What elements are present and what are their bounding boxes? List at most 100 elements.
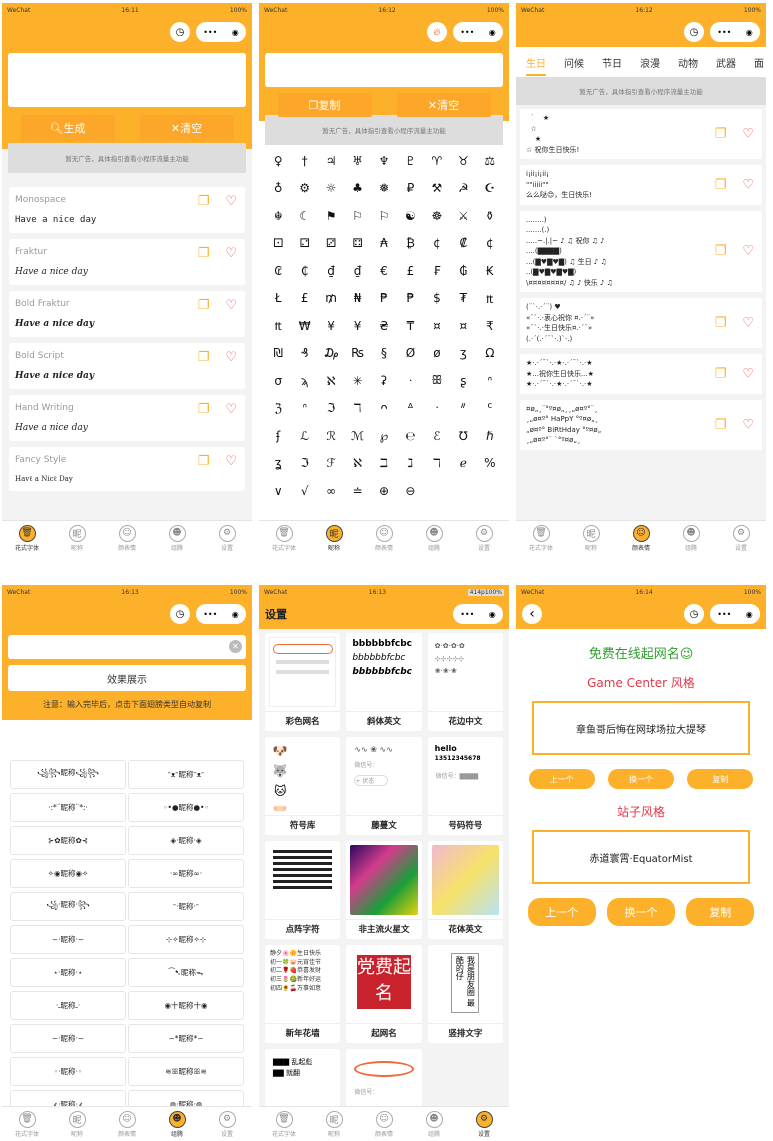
gamecenter-name-box[interactable]: 章鱼哥后悔在网球场拉大提琴 bbox=[532, 701, 750, 755]
symbol-cell[interactable]: ☪ bbox=[477, 175, 503, 203]
symbol-cell[interactable]: ⚀ bbox=[265, 230, 291, 258]
symbol-cell[interactable]: § bbox=[371, 340, 397, 368]
tab-nickname[interactable]: 昵昵称 bbox=[52, 521, 102, 555]
settings-item[interactable]: 静夕🌸🌼生日快乐 初一🍀🐷元宵佳节 初二🌹🍓恭喜发财 初三🌷🥝新年好运 初四🌻🍒万事如意… bbox=[265, 945, 341, 1043]
blessing-card[interactable]: (¨`·.·´¨) ♥ «¨`·.·衷心祝你 ¤.·´¨» «¨`·.·生日快乐… bbox=[520, 298, 762, 348]
symbol-cell[interactable]: ☾ bbox=[291, 202, 317, 230]
settings-item[interactable]: 彩色网名 bbox=[265, 633, 341, 731]
symbol-cell[interactable]: ⚐ bbox=[344, 202, 370, 230]
nickname-item[interactable]: ◦•●昵称●•◦ bbox=[128, 793, 244, 822]
symbol-cell[interactable]: ℧ bbox=[450, 422, 476, 450]
mini-program-capsule[interactable]: ••• ◉ bbox=[710, 604, 760, 624]
symbol-cell[interactable]: ℏ bbox=[477, 422, 503, 450]
category-tab[interactable]: 生日 bbox=[526, 55, 546, 76]
heart-icon[interactable]: ♡ bbox=[225, 246, 237, 261]
symbol-cell[interactable]: ₦ bbox=[344, 285, 370, 313]
clear-button[interactable]: ✕ 清空 bbox=[396, 93, 491, 117]
symbol-cell[interactable]: ℛ bbox=[318, 422, 344, 450]
blessing-card[interactable]: ˙ ★ ☆ ★ ☆ 祝你生日快乐! ❐ ♡ bbox=[520, 109, 762, 159]
copy-icon[interactable]: ❐ bbox=[715, 415, 727, 435]
symbol-cell[interactable]: ⚖ bbox=[477, 147, 503, 175]
next-button-small[interactable]: 换一个 bbox=[607, 769, 674, 789]
category-tab[interactable]: 武器 bbox=[716, 55, 736, 70]
nickname-item[interactable]: ◉十昵称十◉ bbox=[128, 991, 244, 1020]
symbol-cell[interactable]: ℒ bbox=[291, 422, 317, 450]
symbol-cell[interactable]: ⚁ bbox=[291, 230, 317, 258]
tab-gear[interactable]: ⚙ 设置 bbox=[202, 1107, 252, 1141]
mini-program-capsule[interactable]: ••• ◉ bbox=[453, 22, 503, 42]
nickname-item[interactable]: ⊱✿昵称✿⊰ bbox=[10, 826, 126, 855]
more-icon[interactable]: ••• bbox=[717, 610, 731, 619]
symbol-cell[interactable]: ¤ bbox=[450, 312, 476, 340]
symbol-cell[interactable]: ℵ bbox=[318, 367, 344, 395]
close-target-icon[interactable]: ◉ bbox=[232, 610, 239, 619]
symbol-cell[interactable]: ℑ bbox=[318, 395, 344, 423]
symbol-cell[interactable]: † bbox=[291, 147, 317, 175]
symbol-cell[interactable]: ₶ bbox=[265, 312, 291, 340]
settings-item[interactable]: hello 13512345678 微信号：▇▇▇▇ 号码符号 bbox=[427, 737, 503, 835]
symbol-cell[interactable]: ♁ bbox=[265, 175, 291, 203]
font-card[interactable]: Fancy Style Havℓ a Nicℓ Day ❐ ♡ bbox=[9, 447, 245, 491]
symbol-cell[interactable]: ℨ bbox=[265, 395, 291, 423]
symbol-cell[interactable]: ⊖ bbox=[397, 477, 423, 505]
symbol-cell[interactable]: ᐢ bbox=[477, 367, 503, 395]
tab-smile[interactable]: ☺ 颜表情 bbox=[102, 1107, 152, 1141]
copy-button[interactable]: ❐ 复制 bbox=[277, 93, 372, 117]
symbol-cell[interactable]: ¢ bbox=[424, 230, 450, 258]
symbol-cell[interactable]: ₮ bbox=[450, 285, 476, 313]
symbol-cell[interactable]: ♇ bbox=[397, 147, 423, 175]
copy-icon[interactable]: ❐ bbox=[198, 246, 210, 261]
nickname-item[interactable]: ∼·昵称·∼ bbox=[10, 1024, 126, 1053]
mini-program-capsule[interactable]: ••• ◉ bbox=[196, 604, 246, 624]
symbol-cell[interactable]: ⚒ bbox=[424, 175, 450, 203]
tab-tongue[interactable]: ☻ 组腾 bbox=[152, 1107, 202, 1141]
nickname-item[interactable]: ꧁·昵称·꧂ bbox=[10, 892, 126, 921]
symbol-cell[interactable]: ¥ bbox=[344, 312, 370, 340]
blessing-card[interactable]: ........) .......(.) .....~.|.|~ ♪ ♫ 祝你 … bbox=[520, 210, 762, 292]
station-name-box[interactable]: 赤道寰霄·EquatorMist bbox=[532, 830, 750, 884]
settings-item[interactable]: 点阵字符 bbox=[265, 841, 341, 939]
category-tab[interactable]: 动物 bbox=[678, 55, 698, 70]
next-button[interactable]: 换一个 bbox=[606, 898, 675, 926]
symbol-cell[interactable]: ₨ bbox=[344, 340, 370, 368]
tab-nickname[interactable]: 昵昵称 bbox=[309, 521, 359, 555]
copy-icon[interactable]: ❐ bbox=[198, 298, 210, 313]
heart-icon[interactable]: ♡ bbox=[225, 350, 237, 365]
text-input[interactable] bbox=[265, 53, 503, 87]
heart-icon[interactable]: ♡ bbox=[742, 415, 754, 435]
heart-icon[interactable]: ♡ bbox=[225, 298, 237, 313]
heart-icon[interactable]: ♡ bbox=[225, 454, 237, 469]
history-icon[interactable]: ◷ bbox=[684, 604, 704, 624]
copy-icon[interactable]: ❐ bbox=[715, 242, 727, 262]
symbol-cell[interactable]: Ł bbox=[265, 285, 291, 313]
symbol-cell[interactable]: ₱ bbox=[371, 285, 397, 313]
symbol-cell[interactable]: ℸ bbox=[344, 395, 370, 423]
symbol-cell[interactable]: ᐞ bbox=[397, 395, 423, 423]
nickname-item[interactable]: ·ـ昵称ـ· bbox=[10, 991, 126, 1020]
generate-button[interactable]: 🔍︎ 生成 bbox=[20, 115, 115, 141]
symbol-cell[interactable]: ☸ bbox=[424, 202, 450, 230]
symbol-cell[interactable]: ₢ bbox=[265, 257, 291, 285]
symbol-cell[interactable]: ¢ bbox=[477, 230, 503, 258]
symbol-cell[interactable]: ϡ bbox=[291, 367, 317, 395]
tab-nickname[interactable]: 昵昵称 bbox=[566, 521, 616, 555]
symbol-cell[interactable]: ₳ bbox=[371, 230, 397, 258]
symbol-cell[interactable]: ᐧ bbox=[424, 395, 450, 423]
nickname-item[interactable]: ᵔ·昵称·ᵔ bbox=[128, 892, 244, 921]
copy-icon[interactable]: ❐ bbox=[198, 454, 210, 469]
symbol-cell[interactable]: ❅ bbox=[371, 175, 397, 203]
settings-item[interactable]: ∿∿ ❀ ∿∿ 微信号： + 状态 藤蔓文 bbox=[346, 737, 422, 835]
symbol-cell[interactable]: € bbox=[371, 257, 397, 285]
symbol-cell[interactable]: ¥ bbox=[318, 312, 344, 340]
text-input[interactable] bbox=[8, 53, 246, 107]
symbol-cell[interactable]: ₿ bbox=[397, 230, 423, 258]
symbol-cell[interactable]: ℳ bbox=[344, 422, 370, 450]
heart-icon[interactable]: ♡ bbox=[742, 364, 754, 384]
mini-program-capsule[interactable]: ••• ◉ bbox=[710, 22, 760, 42]
settings-item[interactable]: ✿·✿·✿·✿ ⊹⊹⊹⊹⊹ ❀·❀·❀ 花边中文 bbox=[427, 633, 503, 731]
close-target-icon[interactable]: ◉ bbox=[746, 610, 753, 619]
symbol-cell[interactable]: ʒ bbox=[450, 340, 476, 368]
nickname-item[interactable]: ◈·昵称·◈ bbox=[128, 826, 244, 855]
copy-button[interactable]: 复制 bbox=[686, 898, 755, 926]
symbol-cell[interactable]: ⚐ bbox=[371, 202, 397, 230]
